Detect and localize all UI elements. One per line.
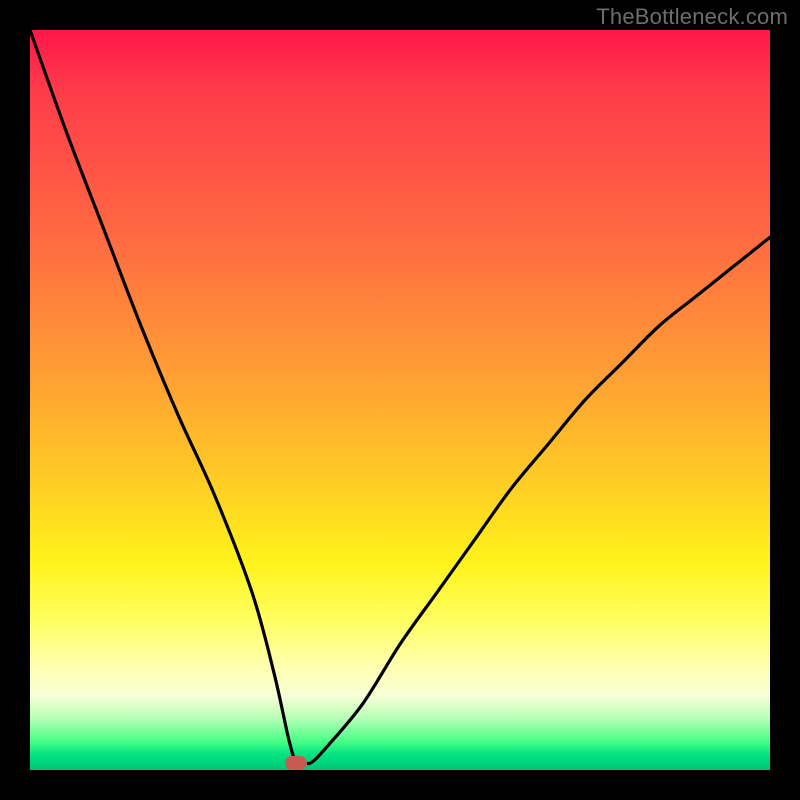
optimal-point-marker xyxy=(285,756,307,770)
chart-frame: TheBottleneck.com xyxy=(0,0,800,800)
plot-area xyxy=(30,30,770,770)
watermark-text: TheBottleneck.com xyxy=(596,4,788,30)
bottleneck-curve xyxy=(30,30,770,770)
